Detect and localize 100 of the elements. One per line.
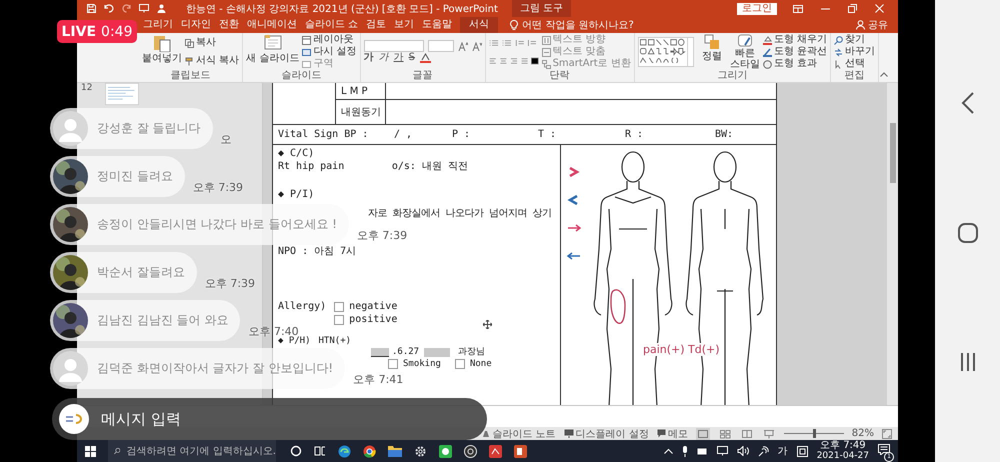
ribbon-tab[interactable]: 검토 — [362, 17, 390, 33]
checkbox[interactable] — [454, 359, 465, 369]
bold-button[interactable]: 가 — [364, 52, 374, 64]
battery-icon[interactable] — [696, 448, 708, 454]
speaker-icon[interactable] — [736, 446, 749, 456]
clock-date[interactable]: 2021-04-27 — [816, 451, 869, 461]
presentation-icon[interactable] — [139, 4, 149, 13]
powerpoint-icon[interactable] — [514, 444, 527, 458]
undo-icon[interactable] — [104, 4, 114, 13]
complaint-text: Rt hip pain — [278, 162, 344, 172]
edge-icon[interactable] — [338, 444, 351, 458]
record-app-icon[interactable] — [464, 444, 477, 458]
format-painter-button[interactable]: 서식 복사 — [185, 55, 240, 67]
maximize-icon[interactable] — [848, 4, 857, 13]
chrome-icon[interactable] — [363, 444, 376, 458]
recent-apps-icon[interactable] — [960, 352, 976, 372]
grow-font-icon[interactable] — [458, 42, 468, 50]
network-icon[interactable] — [758, 446, 769, 456]
list-buttons-icon[interactable] — [488, 38, 539, 48]
select-button[interactable]: 선택 — [834, 58, 876, 70]
replace-button[interactable]: 바꾸기 — [834, 46, 876, 58]
ribbon-tab[interactable]: 보기 — [390, 17, 418, 33]
ribbon-tab[interactable]: 서식 — [460, 17, 498, 33]
task-view-icon[interactable] — [314, 445, 326, 457]
history-text: HTN(+) — [318, 337, 352, 346]
keyboard-mode-icon[interactable] — [796, 446, 808, 456]
comments-button[interactable]: 메모 — [656, 426, 688, 440]
cursor-icon — [834, 60, 844, 68]
font-size-field[interactable] — [428, 40, 454, 52]
paste-button[interactable]: 붙여넣기 — [142, 34, 182, 70]
app-icon[interactable] — [489, 444, 502, 458]
checkbox[interactable] — [388, 359, 398, 369]
collapse-ribbon-icon[interactable] — [880, 72, 888, 77]
home-icon[interactable] — [958, 223, 978, 243]
shape-outline-button[interactable]: 도형 윤곽선 — [762, 46, 828, 58]
display-settings-button[interactable]: 디스플레이 설정 — [564, 426, 649, 440]
layout-icon — [302, 36, 312, 44]
copy-button[interactable]: 복사 — [185, 37, 240, 49]
new-slide-button[interactable]: 새 슬라이드 — [246, 34, 300, 70]
checkbox[interactable] — [334, 315, 344, 325]
font-name-field[interactable] — [364, 40, 424, 52]
ribbon-tab[interactable]: 그리기 — [139, 17, 177, 33]
zoom-slider[interactable] — [784, 429, 844, 438]
taskbar-search-field[interactable]: 검색하려면 여기에 입력하십시오. — [108, 440, 276, 462]
notification-icon[interactable] — [878, 444, 890, 455]
avatar-icon[interactable] — [53, 351, 88, 386]
normal-view-icon[interactable] — [696, 428, 710, 440]
tell-me-field[interactable]: 어떤 작업을 원하시나요? — [522, 18, 634, 32]
reading-view-icon[interactable] — [740, 428, 754, 440]
cortana-icon[interactable] — [290, 445, 302, 457]
chat-app-icon[interactable] — [439, 444, 452, 458]
slide-sorter-icon[interactable] — [718, 428, 732, 440]
person-icon[interactable] — [157, 4, 166, 13]
allergy-label: Allergy) — [278, 302, 326, 314]
zoom-level[interactable]: 82% — [852, 428, 874, 439]
close-icon[interactable] — [875, 4, 884, 13]
quick-styles-button[interactable]: 빠른 스타일 — [730, 34, 760, 70]
ribbon-display-icon[interactable] — [793, 4, 803, 12]
input-method-indicator[interactable]: 가 — [778, 444, 788, 458]
windows-logo-icon[interactable] — [85, 446, 96, 456]
microphone-icon[interactable] — [682, 446, 688, 456]
chevron-up-icon[interactable] — [664, 448, 673, 454]
underline-button[interactable]: 가 — [394, 52, 404, 64]
checkbox[interactable] — [334, 302, 344, 312]
shapes-gallery[interactable] — [638, 37, 694, 67]
arrange-button[interactable]: 정렬 — [696, 34, 727, 70]
ribbon-tab[interactable]: 도움말 — [418, 17, 456, 33]
message-time: 오후 7:39 — [192, 181, 244, 194]
folder-icon[interactable] — [388, 445, 402, 457]
back-icon[interactable] — [960, 92, 974, 114]
message-time: 오 — [220, 133, 232, 146]
zoom-slider-thumb[interactable] — [812, 429, 816, 438]
shape-effects-button[interactable]: 도형 효과 — [762, 58, 828, 70]
gear-icon[interactable] — [414, 444, 427, 458]
alignment-buttons-icon[interactable] — [488, 56, 539, 66]
share-button[interactable]: 공유 — [868, 18, 888, 32]
avatar-icon[interactable] — [53, 111, 88, 146]
scrollbar[interactable] — [887, 83, 898, 405]
replace-icon — [834, 48, 844, 56]
clock-time[interactable]: 오후 7:49 — [820, 441, 866, 451]
login-button[interactable]: 로그인 — [737, 2, 777, 14]
message-input[interactable]: 메시지 입력 — [52, 398, 487, 440]
fit-to-window-icon[interactable] — [882, 428, 892, 438]
ribbon-tab[interactable]: 디자인 — [177, 17, 215, 33]
font-color-icon[interactable] — [420, 53, 431, 63]
display-icon[interactable] — [716, 446, 728, 456]
chat-message: 박순서 잘들려요 — [97, 264, 185, 281]
italic-button[interactable]: 가 — [378, 52, 389, 64]
shrink-font-icon[interactable] — [472, 42, 482, 50]
ribbon-tab[interactable]: 슬라이드 쇼 — [301, 17, 362, 33]
reset-button[interactable]: 다시 설정 — [302, 46, 357, 58]
shape-fill-button[interactable]: 도형 채우기 — [762, 34, 828, 46]
ribbon-tab[interactable]: 애니메이션 — [243, 17, 301, 33]
strikethrough-button[interactable]: S — [408, 52, 415, 64]
slideshow-icon[interactable] — [762, 428, 776, 440]
save-icon[interactable] — [87, 4, 96, 13]
ribbon-tab[interactable]: 전환 — [215, 17, 243, 33]
find-button[interactable]: 찾기 — [834, 34, 876, 46]
circle-icon — [762, 60, 772, 68]
layout-button[interactable]: 레이아웃 — [302, 34, 357, 46]
